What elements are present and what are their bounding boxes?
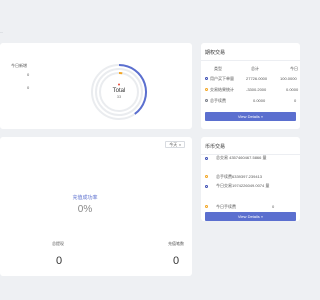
legend-dot-icon	[205, 99, 208, 102]
col-today-header: 今日	[290, 66, 298, 71]
today-new-label: 今日新增	[11, 63, 27, 68]
title-divider	[201, 60, 300, 61]
legend-dot-icon	[205, 157, 208, 160]
row-today: 100.0000	[280, 76, 297, 81]
row-total: 0.0000	[253, 98, 266, 103]
today-new-value-1: 0	[27, 72, 30, 77]
col-type-header: 类型	[214, 66, 222, 71]
donut-center-dot	[118, 83, 120, 86]
view-details-button[interactable]: View Details »	[205, 212, 296, 221]
donut-total: 33	[117, 94, 122, 99]
total-withdraw-value: 0	[56, 255, 63, 267]
total-donut-chart: Total 33	[91, 64, 148, 120]
breadcrumb: ...	[0, 29, 4, 34]
success-rate-value: 0%	[77, 204, 93, 215]
chevron-down-icon: ▾	[179, 142, 181, 147]
legend-dot-icon	[205, 88, 208, 91]
contract-trading-card: 期权交易 类型 总计 今日 用户买下单量 27726.0000 100.0000…	[201, 43, 300, 129]
period-select-value: 今天	[169, 141, 178, 147]
list-item-text: 今日手续费	[216, 204, 236, 209]
coin-trading-title: 币币交易	[205, 144, 226, 150]
contract-trading-title: 期权交易	[205, 50, 226, 56]
success-rate-label: 充值成功率	[72, 195, 98, 201]
legend-dot-icon	[205, 175, 208, 178]
row-type: 交易结果统计	[210, 87, 234, 92]
today-new-value-2: 0	[27, 85, 30, 90]
list-item-value: 0	[272, 204, 275, 209]
row-type: 总手续费	[210, 98, 226, 103]
list-item-text: 总交易 4357460467.5866 量	[216, 155, 267, 160]
list-item-text: 总手续费6339397.239413	[216, 174, 263, 179]
overview-card: 今日新增 0 0 Total 33	[0, 43, 192, 129]
row-today: 0	[294, 98, 297, 103]
view-details-button[interactable]: View Details »	[205, 112, 296, 121]
row-total: 27726.0000	[246, 76, 268, 81]
row-total: -3300.2000	[246, 87, 267, 92]
legend-dot-icon	[205, 205, 208, 208]
period-select[interactable]: 今天 ▾	[165, 141, 185, 148]
legend-dot-icon	[205, 185, 208, 188]
coin-trading-card: 币币交易 总交易 4357460467.5866 量 总手续费6339397.2…	[201, 137, 300, 221]
recharge-count-label: 充值笔数	[168, 241, 184, 246]
recharge-count-value: 0	[173, 255, 180, 267]
legend-dot-icon	[205, 77, 208, 80]
col-total-header: 总计	[251, 66, 259, 71]
recharge-card: 今天 ▾ 充值成功率 0% 总提现 0 充值笔数 0	[0, 137, 192, 276]
row-type: 用户买下单量	[210, 76, 234, 81]
list-item-text: 今日交易1974226049.0074 量	[216, 183, 270, 188]
total-withdraw-label: 总提现	[52, 241, 64, 246]
row-today: 0.0000	[286, 87, 299, 92]
